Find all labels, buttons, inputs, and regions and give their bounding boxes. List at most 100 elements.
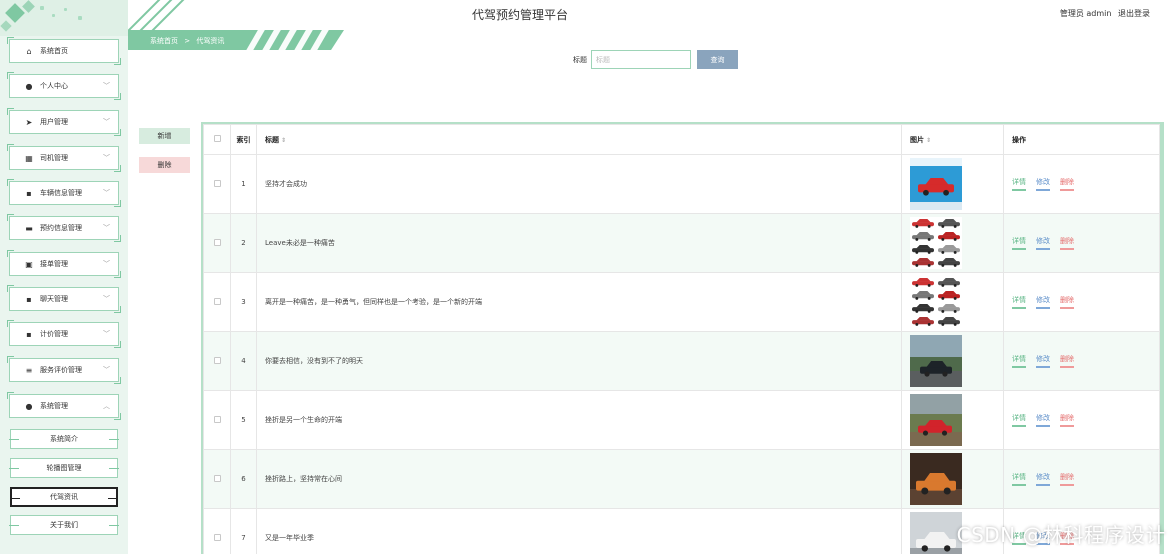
sidebar: ⌂ 系统首页 ● 个人中心 ﹀ ➤ 用户管理 ﹀ ▦ 司机管理 ﹀ ▪ 车辆信息管理 ﹀ ▬ 预约信息管理 ﹀ ▣… — [0, 0, 128, 554]
row-checkbox[interactable] — [213, 297, 221, 305]
image-header[interactable]: 图片 ⇕ — [901, 124, 1004, 155]
detail-button[interactable]: 详情 — [1012, 295, 1026, 309]
sort-icon[interactable]: ⇕ — [926, 137, 931, 144]
select-all-checkbox[interactable] — [213, 135, 221, 142]
row-select-cell[interactable] — [203, 449, 231, 509]
sidebar-subitem[interactable]: 轮播图管理 — [9, 458, 119, 478]
row-image-cell — [901, 331, 1004, 391]
table-row: 4 你要去相信，没有到不了的明天 详情 修改 删除 — [203, 331, 1160, 391]
chevron-down-icon[interactable]: ﹀ — [103, 81, 110, 91]
select-all-header[interactable] — [203, 124, 231, 155]
sidebar-item-label: 用户管理 — [40, 118, 68, 126]
sidebar-subitem[interactable]: 代驾资讯 — [10, 487, 118, 507]
edit-button[interactable]: 修改 — [1036, 295, 1050, 309]
sidebar-item[interactable]: ➤ 用户管理 ﹀ — [7, 108, 121, 136]
edit-button[interactable]: 修改 — [1036, 177, 1050, 191]
chevron-down-icon[interactable]: ﹀ — [103, 223, 110, 233]
row-delete-button[interactable]: 删除 — [1060, 177, 1074, 191]
chevron-down-icon[interactable]: ﹀ — [103, 259, 110, 269]
chevron-down-icon[interactable]: ﹀ — [103, 153, 110, 163]
grid-icon: ▪ — [26, 329, 32, 339]
subitem-decoration — [108, 498, 118, 499]
sidebar-item[interactable]: ▣ 接单管理 ﹀ — [7, 250, 121, 278]
sidebar-item[interactable]: ⌂ 系统首页 — [7, 37, 121, 65]
delete-button[interactable]: 删除 — [139, 157, 190, 173]
breadcrumb-stripes-decoration — [238, 30, 344, 50]
row-checkbox[interactable] — [213, 238, 221, 246]
row-delete-button[interactable]: 删除 — [1060, 236, 1074, 250]
sidebar-item[interactable]: ▦ 司机管理 ﹀ — [7, 144, 121, 172]
chevron-down-icon[interactable]: ﹀ — [103, 329, 110, 339]
grid-icon: ▪ — [26, 294, 32, 304]
row-checkbox[interactable] — [213, 179, 221, 187]
search-button[interactable]: 查询 — [697, 50, 738, 69]
person-icon: ● — [25, 81, 33, 91]
row-thumbnail — [910, 394, 995, 446]
chevron-up-icon[interactable]: ︿ — [103, 401, 110, 411]
edit-button[interactable]: 修改 — [1036, 472, 1050, 486]
header-user-area: 管理员 admin 退出登录 — [1056, 8, 1150, 19]
breadcrumb: 系统首页 > 代驾资讯 — [128, 30, 344, 50]
subitem-decoration — [9, 525, 19, 526]
sidebar-item[interactable]: ▪ 聊天管理 ﹀ — [7, 285, 121, 313]
row-select-cell[interactable] — [203, 154, 231, 214]
row-delete-button[interactable]: 删除 — [1060, 413, 1074, 427]
edit-button[interactable]: 修改 — [1036, 413, 1050, 427]
detail-button[interactable]: 详情 — [1012, 177, 1026, 191]
sidebar-subitem[interactable]: 系统简介 — [9, 429, 119, 449]
row-select-cell[interactable] — [203, 213, 231, 273]
row-actions: 详情 修改 删除 — [1003, 154, 1160, 214]
subitem-decoration — [109, 468, 119, 469]
row-image-cell — [901, 390, 1004, 450]
sidebar-subitem[interactable]: 关于我们 — [9, 515, 119, 535]
add-button[interactable]: 新增 — [139, 128, 190, 144]
sidebar-item-label: 聊天管理 — [40, 295, 68, 303]
sidebar-item[interactable]: ▪ 车辆信息管理 ﹀ — [7, 179, 121, 207]
ops-header: 操作 — [1003, 124, 1160, 155]
sidebar-item[interactable]: ▪ 计价管理 ﹀ — [7, 320, 121, 348]
sidebar-item-label: 个人中心 — [40, 82, 68, 90]
detail-button[interactable]: 详情 — [1012, 413, 1026, 427]
sort-icon[interactable]: ⇕ — [281, 137, 286, 144]
title-header[interactable]: 标题 ⇕ — [256, 124, 902, 155]
search-title-input[interactable] — [591, 50, 691, 69]
row-select-cell[interactable] — [203, 390, 231, 450]
detail-button[interactable]: 详情 — [1012, 354, 1026, 368]
edit-button[interactable]: 修改 — [1036, 354, 1050, 368]
row-delete-button[interactable]: 删除 — [1060, 295, 1074, 309]
row-title: 挫折路上，坚持常在心间 — [256, 449, 902, 509]
row-checkbox[interactable] — [213, 356, 221, 364]
row-index: 4 — [230, 331, 257, 391]
chevron-down-icon[interactable]: ﹀ — [103, 117, 110, 127]
row-index: 5 — [230, 390, 257, 450]
detail-button[interactable]: 详情 — [1012, 236, 1026, 250]
home-icon: ⌂ — [26, 46, 32, 56]
row-checkbox[interactable] — [213, 474, 221, 482]
subitem-decoration — [109, 439, 119, 440]
sidebar-subitem-label: 轮播图管理 — [46, 464, 82, 472]
row-select-cell[interactable] — [203, 508, 231, 554]
logout-link[interactable]: 退出登录 — [1118, 9, 1150, 18]
row-checkbox[interactable] — [213, 533, 221, 541]
list-icon: ≡ — [25, 365, 33, 375]
edit-button[interactable]: 修改 — [1036, 236, 1050, 250]
sidebar-item[interactable]: ● 个人中心 ﹀ — [7, 72, 121, 100]
row-checkbox[interactable] — [213, 415, 221, 423]
sidebar-item[interactable]: ● 系统管理 ︿ — [7, 392, 121, 420]
sidebar-item[interactable]: ▬ 预约信息管理 ﹀ — [7, 214, 121, 242]
sidebar-subitem-label: 关于我们 — [50, 521, 78, 529]
watermark: CSDN @林科程序设计 — [956, 523, 1166, 547]
row-select-cell[interactable] — [203, 331, 231, 391]
table-row: 1 坚持才会成功 详情 修改 删除 — [203, 154, 1160, 214]
detail-button[interactable]: 详情 — [1012, 472, 1026, 486]
chevron-down-icon[interactable]: ﹀ — [103, 188, 110, 198]
row-delete-button[interactable]: 删除 — [1060, 472, 1074, 486]
breadcrumb-separator: > — [184, 37, 191, 45]
row-delete-button[interactable]: 删除 — [1060, 354, 1074, 368]
row-actions: 详情 修改 删除 — [1003, 213, 1160, 273]
breadcrumb-home[interactable]: 系统首页 — [150, 37, 178, 45]
chevron-down-icon[interactable]: ﹀ — [103, 365, 110, 375]
row-select-cell[interactable] — [203, 272, 231, 332]
sidebar-item[interactable]: ≡ 服务评价管理 ﹀ — [7, 356, 121, 384]
chevron-down-icon[interactable]: ﹀ — [103, 294, 110, 304]
